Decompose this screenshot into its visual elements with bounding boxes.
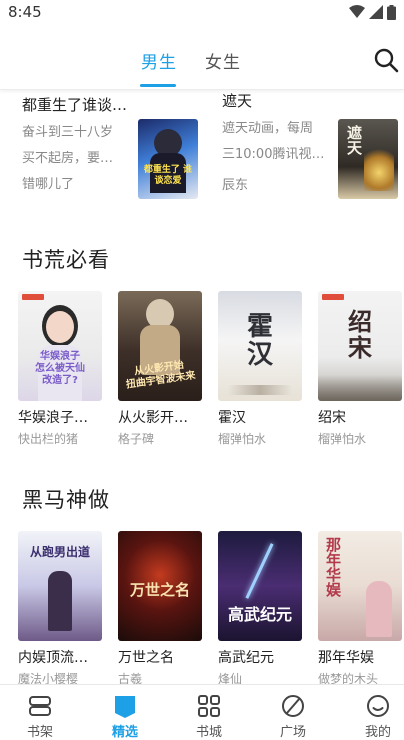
book-card[interactable]: 高武纪元 高武纪元 烽仙 bbox=[218, 531, 302, 684]
status-time: 8:45 bbox=[8, 3, 42, 21]
top-nav: 男生 女生 bbox=[0, 26, 404, 90]
rec-book-desc-line: 三10:00腾讯视… bbox=[222, 147, 325, 162]
nav-label: 广场 bbox=[279, 725, 306, 740]
book-author: 魔法小樱樱 bbox=[18, 672, 79, 684]
book-author: 做梦的木头 bbox=[318, 672, 379, 684]
rec-book-desc-line: 错哪儿了 bbox=[22, 177, 75, 192]
wifi-icon bbox=[349, 5, 365, 18]
book-author: 榴弹怕水 bbox=[218, 432, 267, 446]
signal-icon bbox=[369, 5, 383, 19]
rec-book-cover[interactable]: 都重生了 谁谈恋爱 bbox=[138, 119, 198, 199]
book-card[interactable]: 绍宋 绍宋 榴弹怕水 bbox=[318, 291, 402, 447]
nav-square[interactable]: 广场 bbox=[263, 685, 323, 740]
content-feed[interactable]: 都重生了谁谈… 奋斗到三十八岁 买不起房，要… 错哪儿了 都重生了 谁谈恋爱 遮… bbox=[0, 91, 404, 684]
book-title: 从火影开… bbox=[118, 410, 188, 426]
leaf-icon bbox=[282, 695, 304, 717]
book-title: 那年华娱 bbox=[318, 650, 374, 666]
rec-book-desc-line: 遮天动画，每周 bbox=[222, 121, 314, 136]
bottom-nav: 书架 精选 书城 广场 我的 bbox=[0, 684, 404, 740]
book-card[interactable]: 华娱浪子 怎么被天仙 改造了? 华娱浪子… 快出栏的猪 bbox=[18, 291, 102, 447]
rec-book-title[interactable]: 都重生了谁谈… bbox=[22, 94, 127, 115]
book-card[interactable]: 从跑男出道 内娱顶流… 魔法小樱樱 bbox=[18, 531, 102, 684]
rec-book-desc-line: 买不起房，要… bbox=[22, 151, 114, 166]
tab-female[interactable]: 女生 bbox=[205, 48, 241, 73]
search-icon[interactable] bbox=[372, 46, 400, 74]
book-card[interactable]: 那年华娱 那年华娱 做梦的木头 bbox=[318, 531, 402, 684]
book-author: 古羲 bbox=[118, 672, 143, 684]
book-title: 内娱顶流… bbox=[18, 650, 88, 666]
book-author: 快出栏的猪 bbox=[18, 432, 79, 446]
nav-label: 精选 bbox=[111, 725, 138, 740]
smile-icon bbox=[367, 695, 389, 717]
active-tab-indicator bbox=[140, 84, 176, 87]
nav-featured[interactable]: 精选 bbox=[95, 685, 155, 740]
book-cover[interactable]: 那年华娱 bbox=[318, 531, 402, 641]
nav-bookstore[interactable]: 书城 bbox=[179, 685, 239, 740]
nav-label: 书城 bbox=[195, 725, 222, 740]
book-cover[interactable]: 霍汉 bbox=[218, 291, 302, 401]
book-cover[interactable]: 从火影开始 扭曲宇智波未来 bbox=[118, 291, 202, 401]
nav-profile[interactable]: 我的 bbox=[348, 685, 404, 740]
bookshelf-icon bbox=[29, 696, 51, 716]
rec-book-author: 辰东 bbox=[222, 178, 249, 193]
book-author: 榴弹怕水 bbox=[318, 432, 367, 446]
book-author: 烽仙 bbox=[218, 672, 243, 684]
book-title: 霍汉 bbox=[218, 410, 246, 426]
book-cover[interactable]: 高武纪元 bbox=[218, 531, 302, 641]
nav-bookshelf[interactable]: 书架 bbox=[10, 685, 70, 740]
section-title: 黑马神做 bbox=[22, 488, 110, 512]
book-card[interactable]: 霍汉 霍汉 榴弹怕水 bbox=[218, 291, 302, 447]
book-cover[interactable]: 华娱浪子 怎么被天仙 改造了? bbox=[18, 291, 102, 401]
book-title: 高武纪元 bbox=[218, 650, 274, 666]
book-cover[interactable]: 从跑男出道 bbox=[18, 531, 102, 641]
battery-icon bbox=[387, 5, 396, 20]
rec-book-desc-line: 奋斗到三十八岁 bbox=[22, 125, 114, 140]
section-title: 书荒必看 bbox=[22, 248, 110, 272]
book-title: 万世之名 bbox=[118, 650, 174, 666]
rec-book-cover[interactable]: 遮天 bbox=[338, 119, 398, 199]
book-card[interactable]: 万世之名 万世之名 古羲 bbox=[118, 531, 202, 684]
book-title: 绍宋 bbox=[318, 410, 346, 426]
book-author: 格子碑 bbox=[118, 432, 155, 446]
nav-label: 书架 bbox=[26, 725, 53, 740]
rec-book-title[interactable]: 遮天 bbox=[222, 91, 252, 111]
book-cover[interactable]: 绍宋 bbox=[318, 291, 402, 401]
book-cover[interactable]: 万世之名 bbox=[118, 531, 202, 641]
featured-icon bbox=[115, 696, 135, 718]
status-icons bbox=[349, 5, 396, 20]
nav-label: 我的 bbox=[364, 725, 391, 740]
grid-icon bbox=[198, 695, 220, 717]
tab-male[interactable]: 男生 bbox=[141, 48, 177, 73]
book-title: 华娱浪子… bbox=[18, 410, 88, 426]
status-bar: 8:45 bbox=[0, 0, 404, 26]
book-card[interactable]: 从火影开始 扭曲宇智波未来 从火影开… 格子碑 bbox=[118, 291, 202, 447]
